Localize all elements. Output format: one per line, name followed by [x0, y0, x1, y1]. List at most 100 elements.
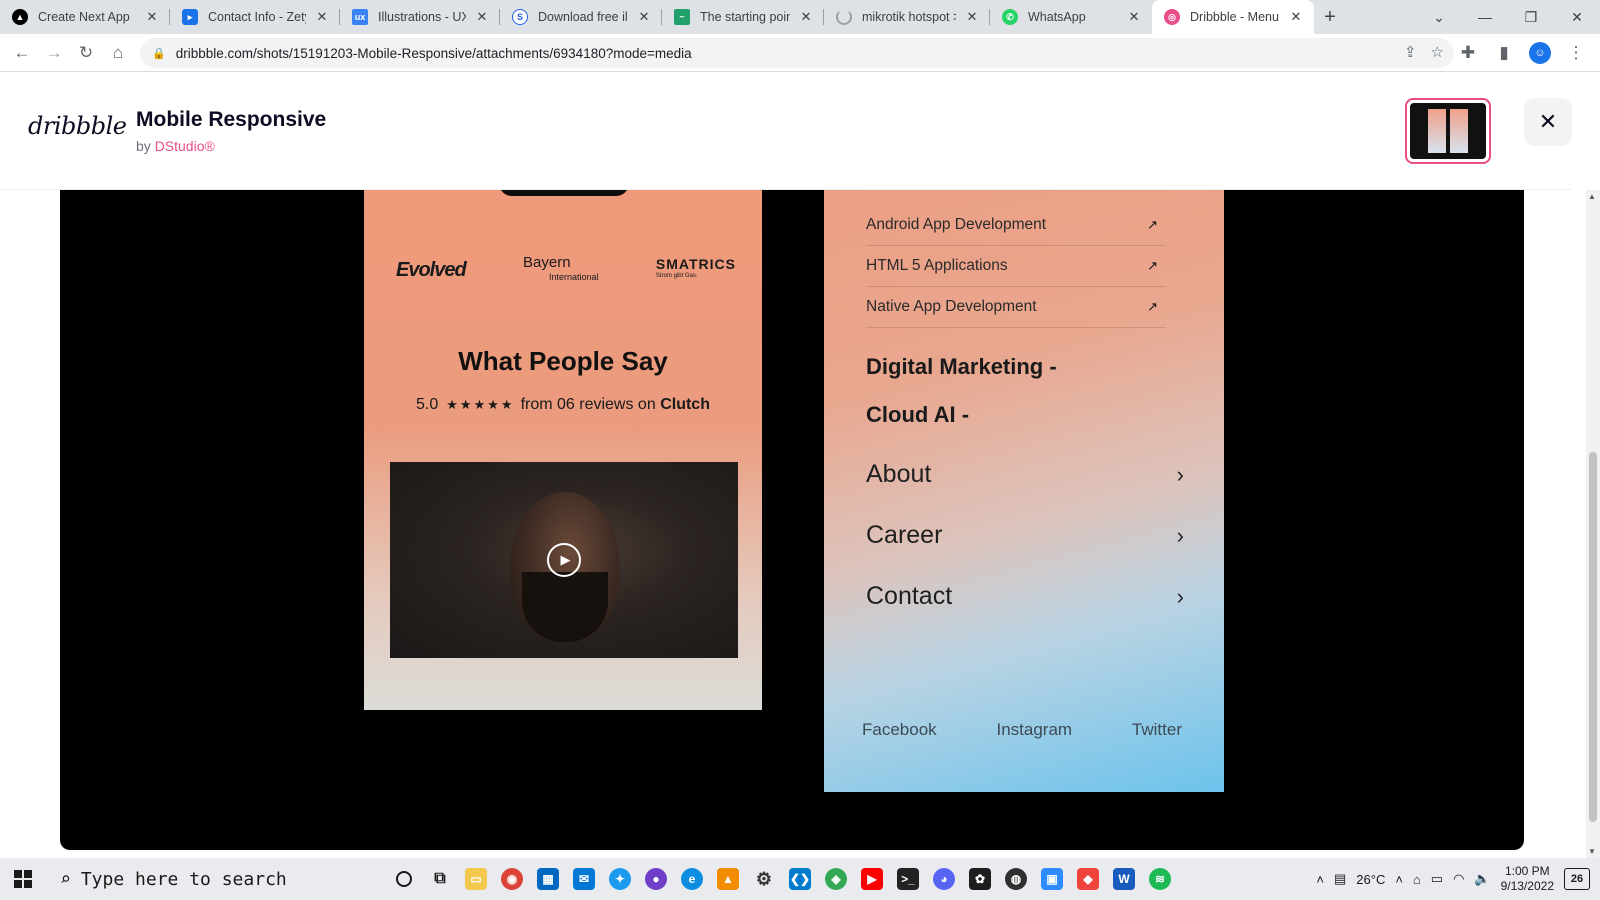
tab[interactable]: S Download free illu ✕: [500, 0, 662, 34]
tab[interactable]: ▸ Contact Info - Zety ✕: [170, 0, 340, 34]
author-link[interactable]: DStudio®: [155, 138, 215, 154]
menu-kebab-icon[interactable]: ⋮: [1560, 37, 1592, 69]
menu-item-contact[interactable]: Contact ›: [866, 582, 1184, 611]
volume-icon[interactable]: 🔈: [1474, 871, 1490, 887]
file-explorer-icon[interactable]: ▭: [458, 858, 494, 900]
tab[interactable]: ux Illustrations - UX L ✕: [340, 0, 500, 34]
battery-icon[interactable]: ▭: [1431, 871, 1443, 887]
testimonial-video[interactable]: ▶: [390, 462, 738, 658]
bookmark-star-icon[interactable]: ☆: [1431, 43, 1444, 61]
category-cloud-ai[interactable]: Cloud AI -: [866, 402, 969, 428]
profile-button[interactable]: ☺: [1524, 37, 1556, 69]
brand-logo-subtext: International: [549, 272, 599, 282]
anydesk-icon[interactable]: ◆: [1070, 858, 1106, 900]
forward-icon[interactable]: →: [38, 37, 70, 69]
reload-icon[interactable]: ↻: [70, 37, 102, 69]
dribbble-logo[interactable]: dribbble: [28, 112, 127, 140]
scroll-down-icon[interactable]: ▼: [1588, 847, 1596, 856]
tab-active[interactable]: ◎ Dribbble - Menu.p ✕: [1152, 0, 1314, 34]
wifi-icon[interactable]: ◠: [1453, 871, 1464, 887]
service-link[interactable]: HTML 5 Applications ↗: [866, 245, 1166, 287]
notification-center-icon[interactable]: 26: [1564, 868, 1590, 890]
address-bar[interactable]: 🔒 dribbble.com/shots/15191203-Mobile-Res…: [140, 38, 1454, 68]
start-button[interactable]: [0, 858, 46, 900]
rating-text: from 06 reviews on: [520, 396, 656, 413]
figma-icon[interactable]: ✿: [962, 858, 998, 900]
tray-overflow-icon[interactable]: ˄: [1316, 872, 1324, 887]
home-icon[interactable]: ⌂: [102, 37, 134, 69]
social-link-twitter[interactable]: Twitter: [1132, 720, 1182, 740]
dribbble-icon: ◎: [1164, 9, 1180, 25]
weather-icon[interactable]: ▤: [1334, 871, 1346, 887]
clock[interactable]: 1:00 PM 9/13/2022: [1501, 864, 1554, 894]
close-tab-icon[interactable]: ✕: [1288, 9, 1304, 25]
minimize-button[interactable]: —: [1462, 0, 1508, 34]
chrome-icon[interactable]: ◉: [494, 858, 530, 900]
terminal-icon[interactable]: >_: [890, 858, 926, 900]
word-icon[interactable]: W: [1106, 858, 1142, 900]
rating-source: Clutch: [660, 396, 710, 413]
obs-icon[interactable]: ◍: [998, 858, 1034, 900]
maps-icon[interactable]: ◈: [818, 858, 854, 900]
play-icon[interactable]: ▶: [547, 543, 581, 577]
taskbar-search[interactable]: ⌕ Type here to search: [46, 858, 386, 900]
scrollbar-thumb[interactable]: [1589, 452, 1597, 822]
tab[interactable]: ✆ WhatsApp ✕: [990, 0, 1152, 34]
tab[interactable]: mikrotik hotspot > ✕: [824, 0, 990, 34]
social-link-instagram[interactable]: Instagram: [997, 720, 1073, 740]
url-text[interactable]: dribbble.com/shots/15191203-Mobile-Respo…: [176, 46, 692, 61]
cortana-icon[interactable]: [386, 858, 422, 900]
new-tab-button[interactable]: +: [1314, 0, 1346, 34]
tab-search-icon[interactable]: ⌄: [1416, 0, 1462, 34]
discord-icon[interactable]: ◕: [926, 858, 962, 900]
close-tab-icon[interactable]: ✕: [798, 9, 814, 25]
lock-icon[interactable]: 🔒: [152, 47, 166, 60]
service-link[interactable]: Native App Development ↗: [866, 286, 1166, 328]
close-tab-icon[interactable]: ✕: [314, 9, 330, 25]
extensions-icon[interactable]: ✚: [1452, 37, 1484, 69]
close-window-button[interactable]: ✕: [1554, 0, 1600, 34]
close-tab-icon[interactable]: ✕: [964, 9, 980, 25]
scroll-up-icon[interactable]: ▲: [1588, 192, 1596, 201]
restore-button[interactable]: ❐: [1508, 0, 1554, 34]
zoom-icon[interactable]: ▣: [1034, 858, 1070, 900]
tab-title: The starting point f: [700, 10, 790, 24]
settings-icon[interactable]: ⚙: [746, 858, 782, 900]
close-tab-icon[interactable]: ✕: [474, 9, 490, 25]
browser-toolbar: ← → ↻ ⌂ 🔒 dribbble.com/shots/15191203-Mo…: [0, 34, 1600, 72]
show-hidden-icon[interactable]: ˄: [1395, 872, 1403, 887]
youtube-icon[interactable]: ▶: [854, 858, 890, 900]
edge-icon[interactable]: e: [674, 858, 710, 900]
close-tab-icon[interactable]: ✕: [144, 9, 160, 25]
menu-item-career[interactable]: Career ›: [866, 521, 1184, 550]
twitter-icon[interactable]: ✦: [602, 858, 638, 900]
media-viewer: Evolved Bayern International SMATRICS St…: [60, 190, 1524, 850]
weather-temp[interactable]: 26°C: [1356, 872, 1385, 887]
category-digital-marketing[interactable]: Digital Marketing -: [866, 354, 1057, 380]
tab[interactable]: ▲ Create Next App ✕: [0, 0, 170, 34]
share-icon[interactable]: ⇪: [1404, 43, 1417, 61]
cta-button-shape: [499, 190, 629, 196]
store-icon[interactable]: ▦: [530, 858, 566, 900]
service-label: Android App Development: [866, 215, 1047, 233]
arrow-up-right-icon: ↗: [1147, 298, 1158, 314]
vscode-icon[interactable]: ❮❯: [782, 858, 818, 900]
attachment-thumbnail[interactable]: [1405, 98, 1491, 164]
service-link[interactable]: Android App Development ↗: [866, 204, 1166, 246]
vlc-icon[interactable]: ▲: [710, 858, 746, 900]
tab[interactable]: ~ The starting point f ✕: [662, 0, 824, 34]
back-icon[interactable]: ←: [6, 37, 38, 69]
github-icon[interactable]: ●: [638, 858, 674, 900]
mail-icon[interactable]: ✉: [566, 858, 602, 900]
spotify-icon[interactable]: ≋: [1142, 858, 1178, 900]
menu-item-about[interactable]: About ›: [866, 460, 1184, 489]
close-tab-icon[interactable]: ✕: [636, 9, 652, 25]
meet-now-icon[interactable]: ⌂: [1413, 872, 1421, 887]
scrollbar[interactable]: ▲ ▼: [1586, 190, 1600, 858]
tab-title: mikrotik hotspot >: [862, 10, 956, 24]
social-link-facebook[interactable]: Facebook: [862, 720, 937, 740]
close-icon[interactable]: ✕: [1524, 98, 1572, 146]
close-tab-icon[interactable]: ✕: [1126, 9, 1142, 25]
side-panel-icon[interactable]: ▮: [1488, 37, 1520, 69]
task-view-icon[interactable]: ⧉: [422, 858, 458, 900]
